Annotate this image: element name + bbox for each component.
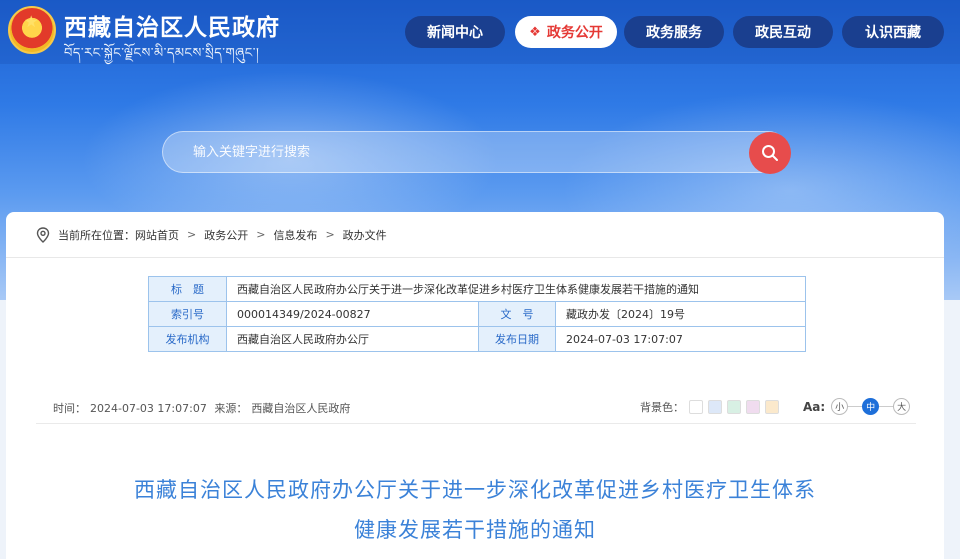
bg-color-label: 背景色：: [640, 400, 684, 414]
divider: [879, 406, 894, 407]
breadcrumb-separator: >: [187, 228, 197, 241]
breadcrumb-gov-docs[interactable]: 政办文件: [343, 227, 387, 243]
meta-date-label: 发布日期: [478, 326, 556, 352]
nav-interaction[interactable]: 政民互动: [733, 16, 833, 48]
search-input[interactable]: [193, 132, 733, 172]
meta-title-label: 标 题: [148, 276, 227, 302]
breadcrumb-home[interactable]: 网站首页: [135, 227, 179, 243]
bg-swatch-white[interactable]: [689, 399, 703, 414]
breadcrumb-separator: >: [325, 228, 335, 241]
breadcrumb-info-release[interactable]: 信息发布: [273, 227, 317, 243]
meta-issuer-value: 西藏自治区人民政府办公厅: [226, 326, 479, 352]
table-row: 发布机构 西藏自治区人民政府办公厅 发布日期 2024-07-03 17:07:…: [148, 326, 806, 352]
breadcrumb: 当前所在位置： 网站首页 > 政务公开 > 信息发布 > 政办文件: [6, 212, 944, 258]
table-row: 索引号 000014349/2024-00827 文 号 藏政办发〔2024〕1…: [148, 301, 806, 327]
meta-docno-label: 文 号: [478, 301, 556, 327]
time-label: 时间：: [53, 402, 86, 415]
site-subtitle: བོད་རང་སྐྱོང་ལྗོངས་མི་དམངས་སྲིད་གཞུང་།: [64, 46, 260, 61]
meta-docno-value: 藏政办发〔2024〕19号: [555, 301, 806, 327]
lattice-icon: ❖: [529, 24, 541, 40]
document-title: 西藏自治区人民政府办公厅关于进一步深化改革促进乡村医疗卫生体系 健康发展若干措施…: [6, 470, 944, 550]
font-size-icon: Aa:: [803, 399, 826, 414]
meta-title-value: 西藏自治区人民政府办公厅关于进一步深化改革促进乡村医疗卫生体系健康发展若干措施的…: [226, 276, 806, 302]
breadcrumb-separator: >: [256, 228, 266, 241]
meta-index-value: 000014349/2024-00827: [226, 301, 479, 327]
top-bar: ★ 西藏自治区人民政府 བོད་རང་སྐྱོང་ལྗོངས་མི་དམངས་ས…: [0, 0, 960, 64]
nav-gov-services[interactable]: 政务服务: [624, 16, 724, 48]
nav-news[interactable]: 新闻中心: [405, 16, 505, 48]
article-meta: 时间： 2024-07-03 17:07:07 来源： 西藏自治区人民政府: [53, 400, 354, 416]
search-bar: [162, 131, 791, 174]
site-title[interactable]: 西藏自治区人民政府: [64, 8, 280, 42]
meta-date-value: 2024-07-03 17:07:07: [555, 326, 806, 352]
nav-know-tibet[interactable]: 认识西藏: [842, 16, 944, 48]
font-size-small[interactable]: 小: [831, 398, 849, 415]
document-meta-table: 标 题 西藏自治区人民政府办公厅关于进一步深化改革促进乡村医疗卫生体系健康发展若…: [148, 276, 806, 352]
divider: [848, 406, 863, 407]
search-icon: [762, 145, 778, 161]
bg-swatch-pink[interactable]: [746, 399, 760, 414]
source-value: 西藏自治区人民政府: [251, 402, 351, 415]
document-title-line1: 西藏自治区人民政府办公厅关于进一步深化改革促进乡村医疗卫生体系: [134, 478, 816, 502]
bg-swatch-yellow[interactable]: [765, 399, 779, 414]
meta-index-label: 索引号: [148, 301, 227, 327]
nav-label: 认识西藏: [865, 25, 921, 41]
font-size-control: Aa: 小 中 大: [803, 398, 911, 415]
nav-label: 政民互动: [755, 25, 811, 41]
article-info-bar: 时间： 2024-07-03 17:07:07 来源： 西藏自治区人民政府 背景色：…: [36, 392, 916, 424]
bg-swatch-blue[interactable]: [708, 399, 722, 414]
source-label: 来源：: [214, 402, 248, 415]
nav-label: 政务服务: [646, 25, 702, 41]
nav-gov-affairs[interactable]: ❖ 政务公开: [515, 16, 617, 48]
nav-label: 政务公开: [546, 25, 603, 41]
breadcrumb-gov-affairs[interactable]: 政务公开: [204, 227, 248, 243]
font-size-large[interactable]: 大: [893, 398, 911, 415]
search-button[interactable]: [749, 132, 791, 174]
reading-options: 背景色： Aa: 小 中 大: [640, 398, 911, 415]
meta-issuer-label: 发布机构: [148, 326, 227, 352]
content-panel: 当前所在位置： 网站首页 > 政务公开 > 信息发布 > 政办文件 标 题 西藏…: [6, 212, 944, 559]
star-icon: ★: [24, 12, 39, 31]
table-row: 标 题 西藏自治区人民政府办公厅关于进一步深化改革促进乡村医疗卫生体系健康发展若…: [148, 276, 806, 302]
font-size-medium[interactable]: 中: [862, 398, 880, 415]
nav-label: 新闻中心: [427, 25, 483, 41]
location-pin-icon: [36, 226, 50, 243]
time-value: 2024-07-03 17:07:07: [90, 402, 207, 415]
document-title-line2: 健康发展若干措施的通知: [354, 518, 596, 542]
bg-swatch-green[interactable]: [727, 399, 741, 414]
breadcrumb-prefix: 当前所在位置：: [58, 228, 135, 242]
